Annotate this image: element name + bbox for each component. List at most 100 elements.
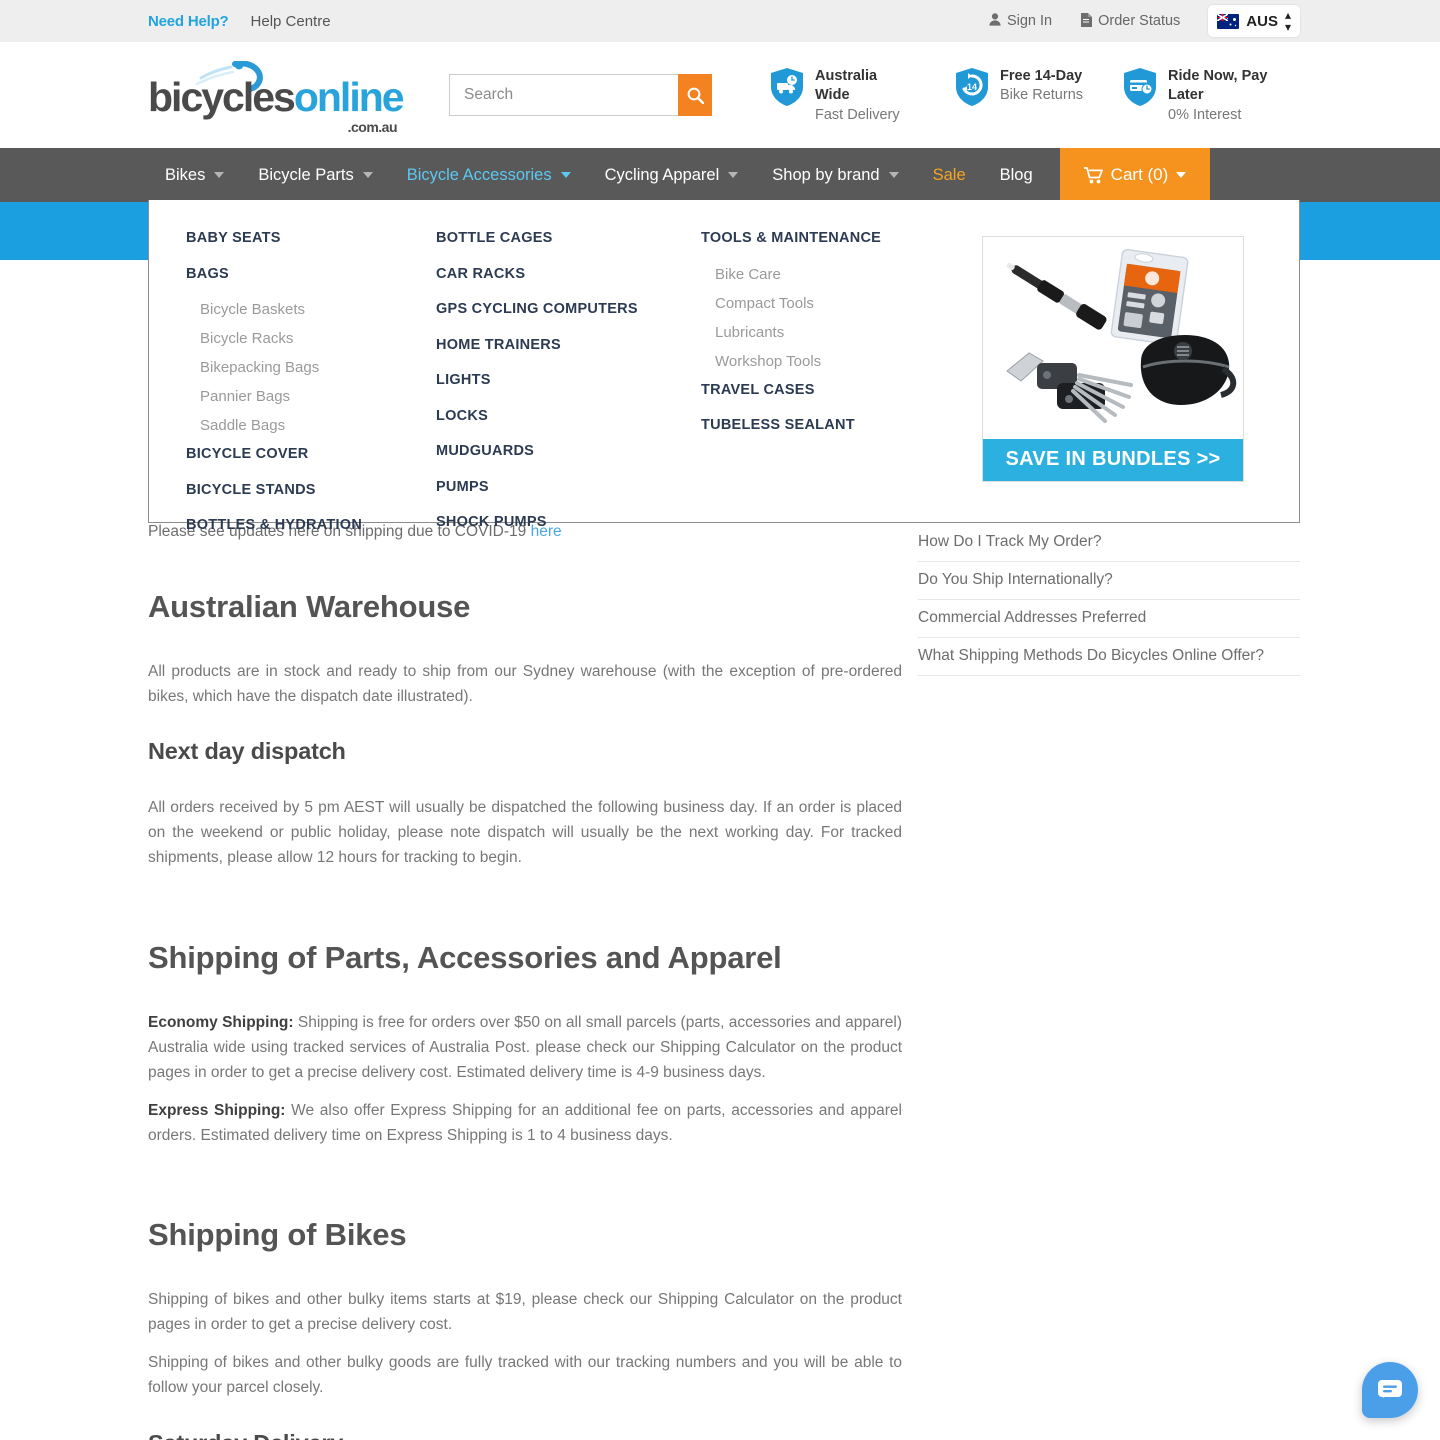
dropdown-column-3: TOOLS & MAINTENANCE Bike Care Compact To… [701, 224, 966, 522]
nav-item-bikes[interactable]: Bikes [148, 148, 241, 202]
nav-item-shop-by-brand[interactable]: Shop by brand [755, 148, 915, 202]
nav-item-bicycle-parts[interactable]: Bicycle Parts [241, 148, 389, 202]
dropdown-item-bags[interactable]: BAGS [186, 266, 425, 282]
dropdown-item-bottles-hydration[interactable]: BOTTLES & HYDRATION [186, 517, 425, 533]
paragraph-dispatch-times: All orders received by 5 pm AEST will us… [148, 799, 902, 867]
logo-text-part3: online [293, 73, 405, 120]
dropdown-item-pumps[interactable]: PUMPS [436, 479, 701, 495]
need-help-link[interactable]: Need Help? [148, 13, 229, 30]
promo-australia-wide: Australia Wide Fast Delivery [770, 65, 915, 124]
dropdown-item-home-trainers[interactable]: HOME TRAINERS [436, 337, 701, 353]
promo-free-returns: 14 Free 14-Day Bike Returns [955, 65, 1083, 107]
chevron-down-icon [888, 172, 899, 178]
user-icon [989, 13, 1001, 29]
nav-label: Sale [932, 165, 966, 184]
dropdown-item-car-racks[interactable]: CAR RACKS [436, 266, 701, 282]
nav-label: Shop by brand [772, 165, 880, 184]
utility-bar: Need Help? Help Centre Sign In Order Sta… [0, 0, 1440, 42]
dropdown-item-pannier-bags[interactable]: Pannier Bags [186, 388, 425, 405]
search-input[interactable] [449, 74, 678, 116]
save-in-bundles-cta[interactable]: SAVE IN BUNDLES >> [983, 439, 1243, 481]
logo-tld: .com.au [347, 118, 398, 135]
sidebar-link-shipping-methods[interactable]: What Shipping Methods Do Bicycles Online… [918, 638, 1300, 676]
chevron-down-icon [362, 172, 373, 178]
page-root: Need Help? Help Centre Sign In Order Sta… [0, 0, 1440, 1440]
help-centre-link[interactable]: Help Centre [251, 13, 331, 30]
dropdown-item-bottle-cages[interactable]: BOTTLE CAGES [436, 230, 701, 246]
nav-item-blog[interactable]: Blog [983, 148, 1050, 202]
dropdown-item-bikepacking-bags[interactable]: Bikepacking Bags [186, 359, 425, 376]
nav-label: Bicycle Parts [258, 165, 354, 184]
order-status-link[interactable]: Order Status [1080, 12, 1181, 30]
dropdown-item-workshop-tools[interactable]: Workshop Tools [701, 353, 966, 370]
sign-in-link[interactable]: Sign In [989, 13, 1052, 29]
logo-wordmark: bicyclesonline [148, 73, 405, 120]
dropdown-item-bicycle-racks[interactable]: Bicycle Racks [186, 330, 425, 347]
label-express-shipping: Express Shipping: [148, 1101, 286, 1119]
site-logo[interactable]: bicyclesonline .com.au [148, 60, 405, 135]
paragraph-express-shipping: Express Shipping: We also offer Express … [148, 1098, 902, 1148]
promo-ride-now-pay-later: Ride Now, Pay Later 0% Interest [1123, 65, 1280, 124]
related-questions-list: How Do I Track My Order? Do You Ship Int… [918, 523, 1300, 676]
chevron-updown-icon: ▴ ▾ [1284, 8, 1291, 34]
dropdown-item-tubeless-sealant[interactable]: TUBELESS SEALANT [701, 417, 966, 433]
cart-button[interactable]: Cart (0) [1059, 148, 1211, 202]
chevron-down-icon [728, 172, 739, 178]
cart-label: Cart (0) [1110, 165, 1169, 184]
dropdown-item-bicycle-baskets[interactable]: Bicycle Baskets [186, 301, 425, 318]
currency-code: AUS [1246, 12, 1278, 30]
dropdown-item-saddle-bags[interactable]: Saddle Bags [186, 417, 425, 434]
nav-item-bicycle-accessories[interactable]: Bicycle Accessories [390, 148, 588, 202]
dropdown-item-bike-care[interactable]: Bike Care [701, 266, 966, 283]
heading-saturday-delivery: Saturday Delivery [148, 1430, 902, 1440]
dropdown-item-baby-seats[interactable]: BABY SEATS [186, 230, 425, 246]
sidebar-link-commercial-addresses[interactable]: Commercial Addresses Preferred [918, 600, 1300, 638]
nav-item-cycling-apparel[interactable]: Cycling Apparel [588, 148, 756, 202]
dropdown-item-tools-maintenance[interactable]: TOOLS & MAINTENANCE [701, 230, 966, 246]
main-header: bicyclesonline .com.au Australia Wide [0, 42, 1440, 148]
promo-title: Free 14-Day [1000, 68, 1083, 85]
dropdown-item-gps-cycling-computers[interactable]: GPS CYCLING COMPUTERS [436, 301, 701, 317]
sidebar-link-track-order[interactable]: How Do I Track My Order? [918, 523, 1300, 562]
sign-in-label: Sign In [1006, 13, 1053, 29]
paragraph-bike-tracking: Shipping of bikes and other bulky goods … [148, 1354, 902, 1397]
dropdown-item-travel-cases[interactable]: TRAVEL CASES [701, 382, 966, 398]
nav-label: Bicycle Accessories [406, 165, 552, 184]
sidebar-link-ship-internationally[interactable]: Do You Ship Internationally? [918, 562, 1300, 600]
chevron-down-icon [560, 172, 571, 178]
dropdown-column-2: BOTTLE CAGES CAR RACKS GPS CYCLING COMPU… [425, 224, 701, 530]
dropdown-item-lubricants[interactable]: Lubricants [701, 324, 966, 341]
dropdown-item-shock-pumps[interactable]: SHOCK PUMPS [436, 514, 701, 530]
heading-shipping-parts: Shipping of Parts, Accessories and Appar… [148, 939, 782, 975]
dropdown-item-mudguards[interactable]: MUDGUARDS [436, 443, 701, 459]
svg-text:14: 14 [967, 82, 977, 92]
heading-next-day-dispatch: Next day dispatch [148, 738, 346, 765]
promo-text-group: Australia Wide Fast Delivery [815, 67, 915, 124]
dropdown-item-bicycle-cover[interactable]: BICYCLE COVER [186, 446, 425, 462]
bike-tools-product-image [983, 237, 1243, 439]
promo-subtitle: Fast Delivery [815, 106, 900, 123]
dropdown-item-lights[interactable]: LIGHTS [436, 372, 701, 388]
card-shield-icon [1124, 68, 1157, 107]
dropdown-item-bicycle-stands[interactable]: BICYCLE STANDS [186, 482, 425, 498]
bundle-promo-card[interactable]: SAVE IN BUNDLES >> [982, 236, 1244, 482]
dropdown-item-compact-tools[interactable]: Compact Tools [701, 295, 966, 312]
logo-text-part1: bi [148, 73, 182, 120]
search-button[interactable] [678, 74, 712, 116]
dropdown-item-locks[interactable]: LOCKS [436, 408, 701, 424]
dropdown-column-promo: SAVE IN BUNDLES >> [966, 224, 1299, 522]
nav-item-sale[interactable]: Sale [916, 148, 983, 202]
paragraph-economy-shipping: Economy Shipping: Shipping is free for o… [148, 1010, 902, 1085]
australia-flag-icon [1217, 13, 1240, 29]
dropdown-column-1: BABY SEATS BAGS Bicycle Baskets Bicycle … [149, 224, 425, 533]
returns-shield-icon: 14 [956, 68, 988, 107]
promo-title: Ride Now, Pay Later [1168, 68, 1268, 104]
currency-selector[interactable]: AUS ▴ ▾ [1208, 5, 1300, 37]
chat-widget-button[interactable] [1362, 1362, 1418, 1418]
promo-subtitle: 0% Interest [1168, 106, 1242, 123]
shopping-cart-icon [1083, 166, 1103, 183]
order-status-label: Order Status [1098, 13, 1181, 29]
